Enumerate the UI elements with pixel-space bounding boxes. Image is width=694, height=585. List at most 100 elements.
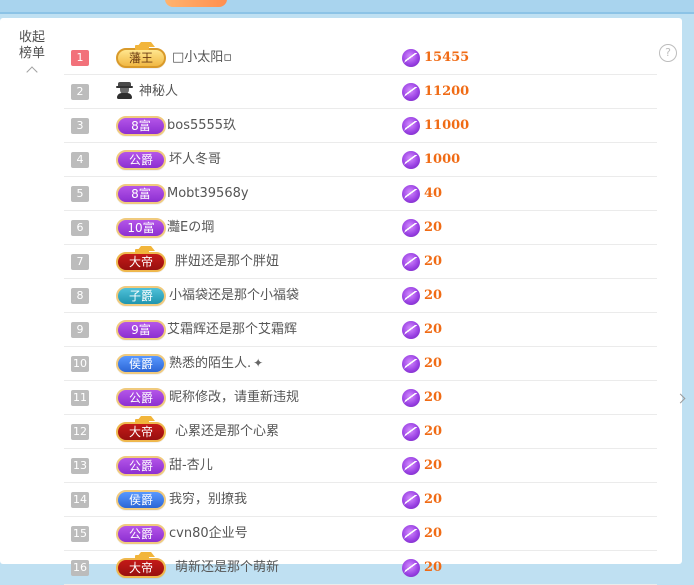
help-icon[interactable]: ? [659, 44, 677, 62]
score-value: 11000 [424, 118, 470, 133]
leaderboard-row[interactable]: 4 公爵 坏人冬哥 1000 [64, 143, 657, 177]
user-name-text: 灩Eの堈 [167, 220, 215, 235]
leaderboard-row[interactable]: 13 公爵 甜-杏儿 20 [64, 449, 657, 483]
rank-badge-label: 10富 [127, 221, 155, 235]
rank-badge: 10富 [116, 218, 166, 238]
rank-badge-label: 大帝 [128, 425, 153, 439]
score-value: 20 [424, 424, 443, 439]
lightning-gem-icon [402, 457, 420, 475]
lightning-gem-icon [402, 117, 420, 135]
rank-number: 3 [71, 118, 89, 134]
collapse-leaderboard-toggle[interactable]: 收起 榜单 [8, 30, 56, 75]
collapse-label-line1: 收起 [18, 30, 45, 45]
leaderboard-row[interactable]: 12 大帝 心累还是那个心累 20 [64, 415, 657, 449]
score-value: 15455 [424, 50, 470, 65]
leaderboard-row[interactable]: 2 神秘人 11200 [64, 75, 657, 109]
score-value: 20 [424, 322, 443, 337]
rank-badge: 公爵 [116, 388, 166, 408]
rank-badge: 大帝 [116, 552, 166, 578]
leaderboard-row[interactable]: 11 公爵 昵称修改，请重新违规 20 [64, 381, 657, 415]
rank-badge: 藩王 [116, 42, 166, 68]
score-value: 20 [424, 492, 443, 507]
leaderboard-row[interactable]: 10 侯爵 熟悉的陌生人. 20 [64, 347, 657, 381]
user-name-text: cvn80企业号 [169, 526, 248, 541]
rank-number: 2 [71, 84, 89, 100]
rank-badge-label: 侯爵 [128, 357, 153, 371]
user-name-text: bos5555玖 [167, 118, 237, 133]
score-value: 20 [424, 288, 443, 303]
user-name-text: □小太阳▫ [172, 50, 233, 65]
rank-badge: 9富 [116, 320, 166, 340]
leaderboard-list: 1 藩王 □小太阳▫ 15455 2 神秘人 11200 3 8富 bos5555玖 11000 4 公… [64, 41, 657, 585]
user-name-text: 艾霜辉还是那个艾霜辉 [167, 322, 298, 337]
chevron-right-icon[interactable] [677, 392, 687, 406]
rank-number: 13 [71, 458, 89, 474]
crown-icon [135, 42, 155, 50]
rank-number: 16 [71, 560, 89, 576]
rank-number: 12 [71, 424, 89, 440]
rank-number: 6 [71, 220, 89, 236]
rank-number: 15 [71, 526, 89, 542]
top-logo-fragment [165, 0, 227, 7]
lightning-gem-icon [402, 253, 420, 271]
user-name: 萌新还是那个萌新 [175, 559, 279, 576]
user-name: 昵称修改，请重新违规 [169, 389, 299, 406]
score-value: 20 [424, 254, 443, 269]
user-name-text: 甜-杏儿 [169, 458, 213, 473]
lightning-gem-icon [402, 185, 420, 203]
rank-badge-label: 公爵 [128, 459, 153, 473]
leaderboard-row[interactable]: 6 10富 灩Eの堈 20 [64, 211, 657, 245]
user-name: □小太阳▫ [172, 49, 232, 66]
leaderboard-row[interactable]: 3 8富 bos5555玖 11000 [64, 109, 657, 143]
rank-badge-label: 大帝 [128, 561, 153, 575]
rank-number: 4 [71, 152, 89, 168]
sparkle-icon [253, 355, 265, 372]
rank-badge-label: 大帝 [128, 255, 153, 269]
rank-number: 11 [71, 390, 89, 406]
rank-number: 7 [71, 254, 89, 270]
score-value: 40 [424, 186, 443, 201]
rank-badge-label: 公爵 [128, 391, 153, 405]
user-name: 心累还是那个心累 [175, 423, 279, 440]
rank-badge: 公爵 [116, 150, 166, 170]
rank-number: 10 [71, 356, 89, 372]
user-name-text: 萌新还是那个萌新 [175, 560, 280, 575]
mystery-user-icon [116, 81, 133, 99]
leaderboard-row[interactable]: 14 侯爵 我穷，别撩我 20 [64, 483, 657, 517]
rank-badge: 侯爵 [116, 354, 166, 374]
rank-badge-label: 公爵 [128, 153, 153, 167]
score-value: 20 [424, 356, 443, 371]
rank-badge: 8富 [116, 184, 166, 204]
lightning-gem-icon [402, 287, 420, 305]
leaderboard-row[interactable]: 5 8富 Mobt39568y 40 [64, 177, 657, 211]
score-value: 1000 [424, 152, 461, 167]
leaderboard-row[interactable]: 15 公爵 cvn80企业号 20 [64, 517, 657, 551]
rank-badge-label: 8富 [131, 187, 151, 201]
user-name-text: 心累还是那个心累 [175, 424, 280, 439]
rank-badge-label: 8富 [131, 119, 151, 133]
user-name-text: 昵称修改，请重新违规 [169, 390, 300, 405]
user-name-text: 神秘人 [139, 84, 179, 99]
leaderboard-row[interactable]: 9 9富 艾霜辉还是那个艾霜辉 20 [64, 313, 657, 347]
rank-number: 5 [71, 186, 89, 202]
leaderboard-row[interactable]: 7 大帝 胖妞还是那个胖妞 20 [64, 245, 657, 279]
lightning-gem-icon [402, 83, 420, 101]
user-name-text: Mobt39568y [167, 186, 249, 201]
user-name: bos5555玖 [167, 117, 236, 134]
user-name: 坏人冬哥 [169, 151, 221, 168]
leaderboard-row[interactable]: 16 大帝 萌新还是那个萌新 20 [64, 551, 657, 585]
leaderboard-row[interactable]: 1 藩王 □小太阳▫ 15455 [64, 41, 657, 75]
user-name: 熟悉的陌生人. [169, 355, 265, 372]
rank-badge: 公爵 [116, 524, 166, 544]
lightning-gem-icon [402, 321, 420, 339]
score-value: 20 [424, 458, 443, 473]
rank-number: 1 [71, 50, 89, 66]
leaderboard-row[interactable]: 8 子爵 小福袋还是那个小福袋 20 [64, 279, 657, 313]
leaderboard-panel: 收起 榜单 ? 1 藩王 □小太阳▫ 15455 2 神秘人 11200 3 8富 bos5555… [0, 18, 682, 585]
crown-icon [135, 416, 155, 424]
user-name: 甜-杏儿 [169, 457, 213, 474]
rank-badge: 大帝 [116, 416, 166, 442]
lightning-gem-icon [402, 355, 420, 373]
score-value: 11200 [424, 84, 470, 99]
user-name: 灩Eの堈 [167, 219, 214, 236]
